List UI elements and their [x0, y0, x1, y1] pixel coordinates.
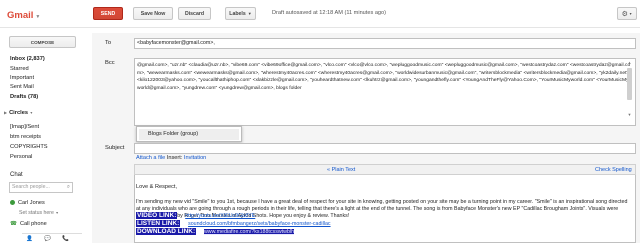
video-link-url[interactable]: http://youtu.be/XtEUs9Gb8YE — [185, 213, 255, 219]
autocomplete-dropdown: Blogs Folder (group) — [136, 126, 242, 142]
listen-link-label: LISTEN LINK: — [136, 220, 181, 227]
sidebar-item-imap-sent[interactable]: [Imap]/Sent — [10, 124, 39, 130]
gmail-logo[interactable]: Gmail ▼ — [7, 10, 40, 21]
chat-contact[interactable]: Carl Jones — [10, 200, 45, 206]
sidebar-footer: 👤 💬 📞 — [22, 233, 82, 243]
send-button[interactable]: SEND — [93, 7, 123, 20]
sidebar-item-copyrights[interactable]: COPYRIGHTS — [10, 144, 48, 150]
sidebar-item-drafts[interactable]: Drafts (78) — [10, 94, 38, 100]
insert-label: Insert: — [166, 155, 183, 161]
body-greeting[interactable]: Love & Respect, — [136, 184, 177, 190]
sidebar-item-btm-receipts[interactable]: btm receipts — [10, 134, 41, 140]
search-people-input[interactable]: Search people... ⌕ — [9, 182, 73, 193]
call-phone-link[interactable]: ☎ Call phone — [10, 221, 47, 227]
listen-link-row: LISTEN LINK: soundcloud.com/bfmbangerz/s… — [136, 220, 331, 228]
expand-arrow-icon[interactable]: ▶ — [4, 110, 7, 115]
bcc-scrollbar[interactable]: ▲ ▼ — [626, 60, 633, 118]
attach-file-link[interactable]: Attach a file — [136, 155, 165, 161]
autocomplete-suggestion[interactable]: Blogs Folder (group) — [139, 129, 239, 140]
sidebar-item-starred[interactable]: Starred — [10, 66, 29, 72]
phone-icon: ☎ — [10, 221, 17, 227]
download-link-row: DOWNLOAD LINK: www.mediafire.com/?ks188t… — [136, 228, 295, 236]
attach-row: Attach a file Insert: Invitation — [136, 155, 206, 161]
search-people-placeholder: Search people... — [12, 184, 50, 190]
sidebar-item-inbox[interactable]: Inbox (2,837) — [10, 56, 45, 62]
status-text: Set status here — [19, 210, 54, 216]
formatting-toolbar: « Plain Text Check Spelling ▼ — [134, 164, 636, 178]
scroll-up-icon[interactable]: ▲ — [626, 60, 633, 66]
chevron-down-icon: ▼ — [628, 11, 633, 16]
call-phone-label: Call phone — [19, 221, 47, 227]
contact-name: Carl Jones — [18, 200, 45, 206]
online-status-icon — [10, 200, 15, 206]
sidebar-item-important[interactable]: Important — [10, 75, 34, 81]
gmail-logo-text: Gmail — [7, 10, 34, 21]
phone-icon[interactable]: 📞 — [62, 236, 69, 242]
gear-icon: ⚙ — [621, 10, 628, 18]
settings-button[interactable]: ⚙ ▼ — [617, 7, 637, 20]
bcc-field-value[interactable]: @gmail.com>, "uzr.nb" <claudia@uzr.nb>, … — [137, 62, 631, 92]
sidebar-item-circles[interactable]: ▶ Circles ▼ — [4, 110, 33, 116]
bcc-label: Bcc — [105, 60, 115, 66]
labels-button[interactable]: Labels ▼ — [225, 7, 256, 20]
save-now-button[interactable]: Save Now — [133, 7, 173, 20]
scrollbar-thumb[interactable] — [627, 68, 632, 100]
person-icon[interactable]: 👤 — [26, 236, 33, 242]
sidebar-item-personal[interactable]: Personal — [10, 154, 32, 160]
scroll-down-icon[interactable]: ▼ — [626, 112, 633, 118]
chat-title: Chat — [10, 172, 23, 178]
autosave-status: Draft autosaved at 12:18 AM (11 minutes … — [272, 10, 387, 16]
invitation-link[interactable]: Invitation — [184, 155, 206, 161]
subject-label: Subject — [105, 145, 125, 151]
download-link-label: DOWNLOAD LINK: — [136, 228, 197, 235]
chevron-down-icon: ▼ — [247, 11, 252, 16]
discard-button[interactable]: Discard — [178, 7, 211, 20]
header-divider — [0, 27, 640, 28]
download-link-url[interactable]: www.mediafire.com/?ks188tcsswtwblh — [203, 229, 295, 235]
plain-text-link[interactable]: « Plain Text — [327, 167, 355, 173]
listen-link-url[interactable]: soundcloud.com/bfmbangerz/sets/babyface-… — [188, 221, 331, 227]
sidebar-item-sent-mail[interactable]: Sent Mail — [10, 84, 34, 90]
set-status-dropdown[interactable]: Set status here ▼ — [19, 210, 59, 216]
gmail-compose-window: Gmail ▼ SEND Save Now Discard Labels ▼ Dra… — [0, 0, 640, 243]
circles-label: Circles — [9, 110, 29, 116]
chevron-down-icon: ▼ — [29, 111, 34, 115]
subject-field[interactable] — [134, 143, 636, 154]
to-field[interactable]: <babyfacemonster@gmail.com>, — [134, 38, 636, 49]
chat-bubble-icon[interactable]: 💬 — [44, 236, 51, 242]
check-spelling-label: Check Spelling — [595, 167, 632, 173]
video-link-row: VIDEO LINK: http://youtu.be/XtEUs9Gb8YE — [136, 212, 255, 220]
compose-button[interactable]: COMPOSE — [9, 36, 76, 48]
labels-button-label: Labels — [229, 10, 246, 17]
chevron-down-icon: ▼ — [35, 14, 41, 20]
chevron-down-icon: ▼ — [55, 211, 59, 215]
to-label: To — [105, 40, 112, 46]
video-link-label: VIDEO LINK: — [136, 212, 178, 219]
search-icon: ⌕ — [66, 184, 70, 190]
